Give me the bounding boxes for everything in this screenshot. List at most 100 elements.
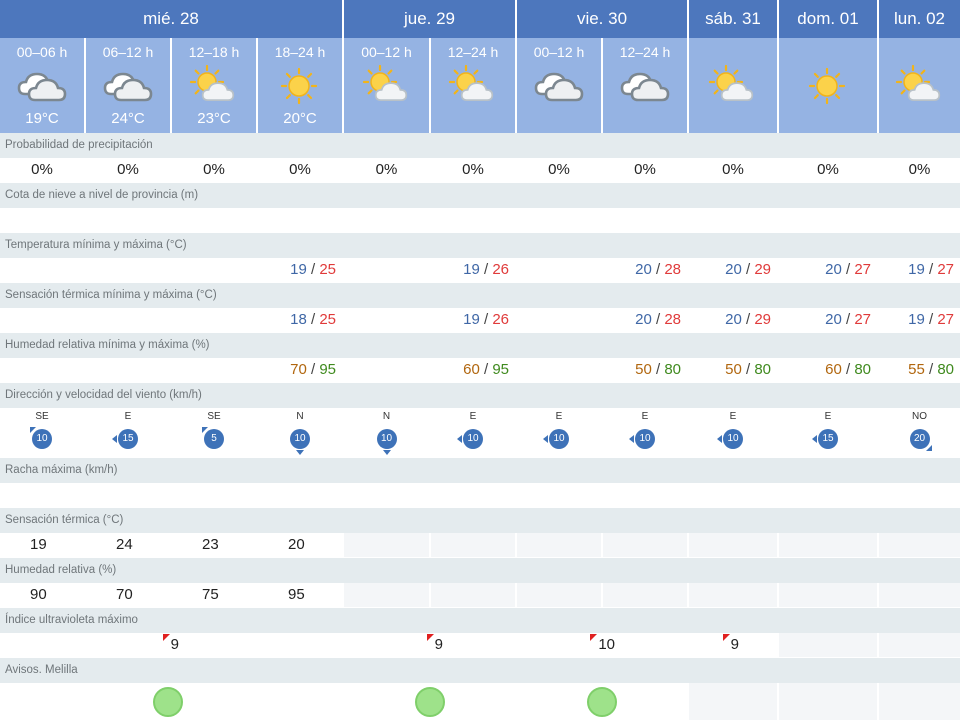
section-label: Humedad relativa mínima y máxima (%) xyxy=(5,339,210,351)
wind-cell: E 10 xyxy=(603,408,687,458)
period-header: 00–06 h 19°C xyxy=(0,38,84,133)
wind-direction: E xyxy=(555,411,563,422)
max-value: 27 xyxy=(937,311,954,328)
alert-cell xyxy=(344,683,515,720)
wind-speed-badge: 15 xyxy=(818,429,838,449)
separator: / xyxy=(924,261,938,278)
separator: / xyxy=(841,361,855,378)
data-cell xyxy=(603,483,687,507)
min-value: 19 xyxy=(290,261,307,278)
day-header[interactable]: lun. 02 xyxy=(879,0,960,38)
section-label: Probabilidad de precipitación xyxy=(5,139,153,151)
section-label-row: Dirección y velocidad del viento (km/h) xyxy=(0,383,960,408)
min-value: 20 xyxy=(635,311,652,328)
uv-value: 9 xyxy=(434,636,443,653)
alert-cell xyxy=(879,683,960,720)
day-header[interactable]: mié. 28 xyxy=(0,0,342,38)
separator: / xyxy=(651,261,665,278)
wind-direction: N xyxy=(382,411,391,422)
separator: / xyxy=(924,311,938,328)
separator: / xyxy=(841,261,855,278)
wind-arrow-icon xyxy=(717,435,722,443)
uv-value: 9 xyxy=(170,636,179,653)
max-value: 80 xyxy=(664,361,681,378)
period-header xyxy=(689,38,777,133)
period-header xyxy=(779,38,877,133)
max-value: 29 xyxy=(754,311,771,328)
green-alert-icon[interactable] xyxy=(153,687,183,717)
section-label-row: Índice ultravioleta máximo xyxy=(0,608,960,633)
green-alert-icon[interactable] xyxy=(414,687,445,717)
wind-arrow-icon xyxy=(812,435,817,443)
data-cell: 90 xyxy=(0,583,84,607)
max-value: 25 xyxy=(319,261,336,278)
wind-cell: SE 10 xyxy=(0,408,84,458)
uv-flag-icon xyxy=(590,634,598,641)
data-cell xyxy=(603,208,687,232)
uv-cell: 9 xyxy=(0,633,342,657)
data-cell xyxy=(779,533,877,557)
range-cell: 20 / 29 xyxy=(689,258,777,282)
sun-icon xyxy=(801,64,855,113)
data-cell xyxy=(879,483,960,507)
max-value: 26 xyxy=(492,311,509,328)
max-value: 27 xyxy=(854,261,871,278)
wind-arrow-icon xyxy=(629,435,634,443)
data-cell xyxy=(779,583,877,607)
day-header[interactable]: sáb. 31 xyxy=(689,0,777,38)
data-cell xyxy=(603,533,687,557)
uv-flag-icon xyxy=(162,634,170,641)
wind-cell: N 10 xyxy=(258,408,342,458)
wind-cell: E 10 xyxy=(689,408,777,458)
max-value: 27 xyxy=(854,311,871,328)
data-cell xyxy=(431,208,515,232)
max-value: 26 xyxy=(492,261,509,278)
data-cell: 0% xyxy=(0,158,84,182)
wind-speed-badge: 10 xyxy=(290,429,310,449)
uv-value: 10 xyxy=(598,636,615,653)
day-header[interactable]: jue. 29 xyxy=(344,0,515,38)
period-label: 18–24 h xyxy=(274,44,326,60)
wind-direction: NO xyxy=(912,411,927,422)
data-cell xyxy=(879,533,960,557)
data-cell xyxy=(517,483,601,507)
max-value: 27 xyxy=(937,261,954,278)
data-cell xyxy=(517,208,601,232)
wind-direction: E xyxy=(824,411,832,422)
green-alert-icon[interactable] xyxy=(587,687,617,717)
day-header[interactable]: vie. 30 xyxy=(517,0,687,38)
max-value: 95 xyxy=(319,361,336,378)
wind-direction: E xyxy=(641,411,649,422)
min-value: 55 xyxy=(908,361,925,378)
data-cell xyxy=(517,583,601,607)
period-label: 06–12 h xyxy=(102,44,154,60)
section-label: Temperatura mínima y máxima (°C) xyxy=(5,239,187,251)
range-cell: 50 / 80 xyxy=(689,358,777,382)
separator: / xyxy=(651,361,665,378)
max-value: 28 xyxy=(664,261,681,278)
separator: / xyxy=(741,361,755,378)
period-header: 06–12 h 24°C xyxy=(86,38,170,133)
data-cell: 23 xyxy=(172,533,256,557)
data-cell: 70 xyxy=(86,583,170,607)
max-value: 29 xyxy=(754,261,771,278)
day-header[interactable]: dom. 01 xyxy=(779,0,877,38)
max-value: 95 xyxy=(492,361,509,378)
min-value: 19 xyxy=(463,311,480,328)
data-cell xyxy=(689,533,777,557)
uv-cell: 9 xyxy=(689,633,777,657)
period-header: 12–18 h 23°C xyxy=(172,38,256,133)
separator: / xyxy=(306,261,320,278)
data-cell xyxy=(258,208,342,232)
data-cell xyxy=(779,208,877,232)
data-cell xyxy=(86,208,170,232)
separator: / xyxy=(479,361,493,378)
data-cell xyxy=(344,583,429,607)
cloudy-icon xyxy=(532,64,586,113)
data-cell: 19 xyxy=(0,533,84,557)
min-value: 60 xyxy=(825,361,842,378)
sun-icon xyxy=(273,64,327,113)
separator: / xyxy=(741,261,755,278)
min-value: 70 xyxy=(290,361,307,378)
period-header xyxy=(879,38,960,133)
